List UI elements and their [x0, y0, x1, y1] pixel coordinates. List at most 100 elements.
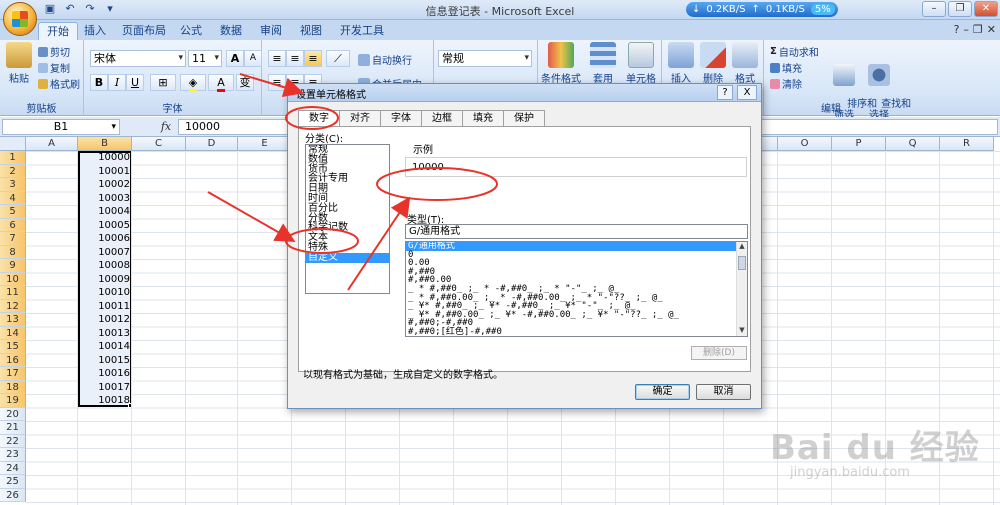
grow-font-button[interactable]: A — [226, 50, 244, 67]
cell-b2[interactable]: 10001 — [78, 165, 130, 179]
font-size-select[interactable]: 11 — [188, 50, 222, 67]
format-item[interactable]: 0 — [406, 250, 747, 260]
row-header-11[interactable]: 11 — [0, 286, 26, 300]
row-header-1[interactable]: 1 — [0, 151, 26, 165]
row-header-4[interactable]: 4 — [0, 191, 26, 205]
format-list[interactable]: G/通用格式 0 0.00 #,##0 #,##0.00 _ * #,##0_ ;_ * … — [405, 241, 748, 337]
row-header-21[interactable]: 21 — [0, 421, 26, 435]
cell-b5[interactable]: 10004 — [78, 205, 130, 219]
row-header-6[interactable]: 6 — [0, 218, 26, 232]
type-input[interactable]: G/通用格式 — [405, 224, 748, 239]
wb-restore-icon[interactable]: ❐ — [973, 23, 983, 36]
align-bottom-button[interactable]: ≡ — [304, 50, 322, 67]
format-as-table-button[interactable]: 套用 — [586, 42, 620, 85]
cell-b10[interactable]: 10009 — [78, 273, 130, 287]
cell-b3[interactable]: 10002 — [78, 178, 130, 192]
conditional-format-button[interactable]: 条件格式 — [540, 42, 582, 85]
column-header-o[interactable]: O — [778, 137, 832, 151]
dialog-tab-number[interactable]: 数字 — [298, 110, 340, 127]
column-header-e[interactable]: E — [238, 137, 292, 151]
name-box[interactable]: B1 — [2, 119, 120, 135]
row-header-2[interactable]: 2 — [0, 164, 26, 178]
row-header-25[interactable]: 25 — [0, 475, 26, 489]
customize-qat-icon[interactable]: ▾ — [102, 2, 118, 16]
delete-format-button[interactable]: 删除(D) — [691, 346, 747, 360]
tab-review[interactable]: 审阅 — [252, 22, 290, 40]
insert-function-icon[interactable]: fx — [156, 119, 176, 135]
tab-formulas[interactable]: 公式 — [172, 22, 210, 40]
format-painter-button[interactable]: 格式刷 — [38, 76, 80, 91]
scroll-thumb[interactable] — [738, 256, 746, 270]
cut-button[interactable]: 剪切 — [38, 44, 70, 59]
row-header-19[interactable]: 19 — [0, 394, 26, 408]
delete-cells-button[interactable]: 删除 — [698, 42, 728, 85]
select-all-corner[interactable] — [0, 137, 26, 151]
cell-b1[interactable]: 10000 — [78, 151, 130, 165]
cell-b15[interactable]: 10014 — [78, 340, 130, 354]
row-header-15[interactable]: 15 — [0, 340, 26, 354]
category-list[interactable]: 常规 数值 货币 会计专用 日期 时间 百分比 分数 科学记数 文本 特殊 自定义 — [305, 144, 390, 294]
format-list-scrollbar[interactable]: ▲ ▼ — [736, 242, 747, 336]
dialog-tab-protection[interactable]: 保护 — [503, 110, 545, 126]
column-header-r[interactable]: R — [940, 137, 994, 151]
row-header-12[interactable]: 12 — [0, 299, 26, 313]
minimize-icon[interactable]: – — [922, 1, 946, 17]
cell-b4[interactable]: 10003 — [78, 192, 130, 206]
fill-color-button[interactable]: ◈ — [180, 74, 206, 92]
restore-icon[interactable]: ❐ — [948, 1, 972, 17]
cell-b14[interactable]: 10013 — [78, 327, 130, 341]
undo-icon[interactable]: ↶ — [62, 2, 78, 16]
format-cells-button[interactable]: 格式 — [730, 42, 760, 85]
column-header-d[interactable]: D — [186, 137, 238, 151]
tab-home[interactable]: 开始 — [38, 22, 78, 40]
tab-data[interactable]: 数据 — [212, 22, 250, 40]
dialog-tab-fill[interactable]: 填充 — [462, 110, 504, 126]
align-left-button[interactable]: ≡ — [268, 74, 286, 91]
font-name-select[interactable]: 宋体 — [90, 50, 186, 67]
dialog-tab-border[interactable]: 边框 — [421, 110, 463, 126]
format-item[interactable]: #,##0;[红色]-#,##0 — [406, 328, 747, 336]
fill-button[interactable]: 填充 — [770, 60, 802, 75]
phonetic-button[interactable]: 变 — [236, 74, 254, 91]
cell-b16[interactable]: 10015 — [78, 354, 130, 368]
format-item[interactable]: 0.00 — [406, 259, 747, 268]
copy-button[interactable]: 复制 — [38, 60, 70, 75]
ok-button[interactable]: 确定 — [635, 384, 690, 400]
row-header-9[interactable]: 9 — [0, 259, 26, 273]
clear-button[interactable]: 清除 — [770, 76, 802, 91]
format-item[interactable]: #,##0 — [406, 267, 747, 277]
close-icon[interactable]: ✕ — [974, 1, 998, 17]
italic-button[interactable]: I — [108, 74, 126, 91]
bold-button[interactable]: B — [90, 74, 108, 91]
cell-b11[interactable]: 10010 — [78, 286, 130, 300]
dialog-tab-font[interactable]: 字体 — [380, 110, 422, 126]
row-header-7[interactable]: 7 — [0, 232, 26, 246]
column-header-q[interactable]: Q — [886, 137, 940, 151]
wrap-text-button[interactable]: 自动换行 — [358, 52, 412, 67]
row-header-10[interactable]: 10 — [0, 272, 26, 286]
row-header-5[interactable]: 5 — [0, 205, 26, 219]
tab-page-layout[interactable]: 页面布局 — [114, 22, 174, 40]
underline-button[interactable]: U — [126, 74, 144, 91]
row-header-18[interactable]: 18 — [0, 380, 26, 394]
row-header-17[interactable]: 17 — [0, 367, 26, 381]
cancel-button[interactable]: 取消 — [696, 384, 751, 400]
tab-developer[interactable]: 开发工具 — [332, 22, 392, 40]
tab-view[interactable]: 视图 — [292, 22, 330, 40]
borders-button[interactable]: ⊞ — [150, 74, 176, 91]
row-header-14[interactable]: 14 — [0, 326, 26, 340]
wb-close-icon[interactable]: ✕ — [987, 23, 996, 36]
align-middle-button[interactable]: ≡ — [286, 50, 304, 67]
row-header-23[interactable]: 23 — [0, 448, 26, 462]
help-icon[interactable]: ? — [954, 23, 960, 36]
column-header-a[interactable]: A — [26, 137, 78, 151]
cell-b18[interactable]: 10017 — [78, 381, 130, 395]
insert-cells-button[interactable]: 插入 — [666, 42, 696, 85]
row-header-13[interactable]: 13 — [0, 313, 26, 327]
row-header-24[interactable]: 24 — [0, 461, 26, 475]
paste-button[interactable]: 粘贴 — [4, 42, 34, 85]
row-header-26[interactable]: 26 — [0, 488, 26, 502]
format-item[interactable]: G/通用格式 — [406, 242, 747, 251]
wb-minimize-icon[interactable]: – — [963, 23, 969, 36]
align-top-button[interactable]: ≡ — [268, 50, 286, 67]
